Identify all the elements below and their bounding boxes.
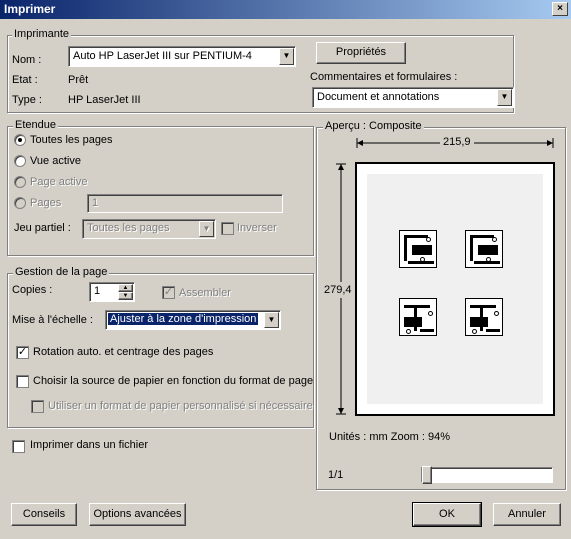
type-label: Type : [12, 94, 42, 106]
proprietes-button[interactable]: Propriétés [316, 42, 406, 64]
units-zoom-text: Unités : mm Zoom : 94% [329, 431, 451, 443]
inverser-label: Inverser [237, 222, 277, 234]
printer-select[interactable]: Auto HP LaserJet III sur PENTIUM-4 ▼ [68, 46, 296, 67]
page-active-label: Page active [30, 176, 88, 188]
pages-input-value: 1 [92, 197, 99, 209]
commentaires-select-value: Document et annotations [317, 91, 440, 103]
format-perso-checkbox[interactable] [31, 400, 44, 413]
vue-active-radio[interactable] [14, 155, 26, 167]
etat-label: Etat : [12, 74, 38, 86]
imprimer-fichier-label[interactable]: Imprimer dans un fichier [30, 439, 148, 451]
imprimante-legend: Imprimante [12, 28, 72, 41]
page-active-radio[interactable] [14, 176, 26, 188]
page-count: 1/1 [328, 469, 344, 481]
echelle-value: Ajuster à la zone d'impression [108, 313, 259, 325]
rotation-checkbox[interactable]: ✓ [16, 346, 29, 359]
toutes-pages-label[interactable]: Toutes les pages [30, 134, 113, 146]
jeu-partiel-value: Toutes les pages [87, 222, 170, 234]
pcb-thumbnail [399, 298, 437, 336]
chevron-down-icon[interactable]: ▼ [497, 89, 512, 106]
conseils-button[interactable]: Conseils [11, 503, 77, 526]
paper-preview [355, 162, 555, 416]
gestion-legend: Gestion de la page [13, 266, 110, 279]
title-bar: Imprimer [0, 0, 571, 19]
page-slider[interactable] [421, 466, 553, 484]
vue-active-label[interactable]: Vue active [30, 155, 81, 167]
pcb-thumbnail [465, 298, 503, 336]
width-value: 215,9 [440, 136, 474, 148]
toutes-pages-radio[interactable] [14, 134, 26, 146]
commentaires-select[interactable]: Document et annotations ▼ [312, 87, 514, 108]
etendue-legend: Etendue [13, 119, 58, 132]
pcb-thumbnail [399, 230, 437, 268]
commentaires-label: Commentaires et formulaires : [310, 71, 458, 83]
imprimer-fichier-checkbox[interactable] [12, 440, 25, 453]
inverser-checkbox[interactable] [221, 222, 234, 235]
assembler-checkbox[interactable]: ✓ [162, 286, 175, 299]
etat-value: Prêt [68, 74, 89, 86]
printer-select-value: Auto HP LaserJet III sur PENTIUM-4 [73, 50, 252, 62]
type-value: HP LaserJet III [68, 94, 141, 106]
jeu-partiel-select[interactable]: Toutes les pages ▼ [82, 219, 216, 239]
options-avancees-button[interactable]: Options avancées [89, 503, 186, 526]
copies-label: Copies : [12, 284, 53, 296]
jeu-partiel-label: Jeu partiel : [14, 222, 71, 234]
pages-radio[interactable] [14, 197, 26, 209]
rotation-label[interactable]: Rotation auto. et centrage des pages [33, 346, 213, 358]
stepper-up-icon[interactable]: ▲ [118, 284, 133, 292]
printable-area [367, 174, 543, 404]
source-papier-checkbox[interactable] [16, 375, 29, 388]
annuler-button[interactable]: Annuler [493, 503, 561, 526]
chevron-down-icon[interactable]: ▼ [199, 221, 214, 237]
pcb-thumbnail [465, 230, 503, 268]
close-icon: × [557, 3, 563, 14]
pages-input[interactable]: 1 [87, 194, 283, 213]
assembler-label: Assembler [179, 287, 231, 299]
nom-label: Nom : [12, 54, 42, 66]
format-perso-label: Utiliser un format de papier personnalis… [48, 400, 313, 412]
window-title: Imprimer [4, 2, 56, 16]
echelle-label: Mise à l'échelle : [12, 314, 93, 326]
stepper-down-icon[interactable]: ▼ [118, 292, 133, 300]
slider-thumb[interactable] [422, 466, 432, 484]
copies-stepper[interactable]: 1 ▲ ▼ [89, 282, 135, 302]
echelle-select[interactable]: Ajuster à la zone d'impression ▼ [105, 310, 281, 330]
ok-button[interactable]: OK [412, 502, 482, 527]
close-button[interactable]: × [552, 2, 568, 16]
apercu-legend: Aperçu : Composite [323, 120, 424, 133]
pages-label: Pages [30, 197, 62, 209]
chevron-down-icon[interactable]: ▼ [264, 312, 279, 328]
source-papier-label[interactable]: Choisir la source de papier en fonction … [33, 375, 313, 387]
height-value: 279,4 [324, 282, 352, 298]
chevron-down-icon[interactable]: ▼ [279, 48, 294, 65]
